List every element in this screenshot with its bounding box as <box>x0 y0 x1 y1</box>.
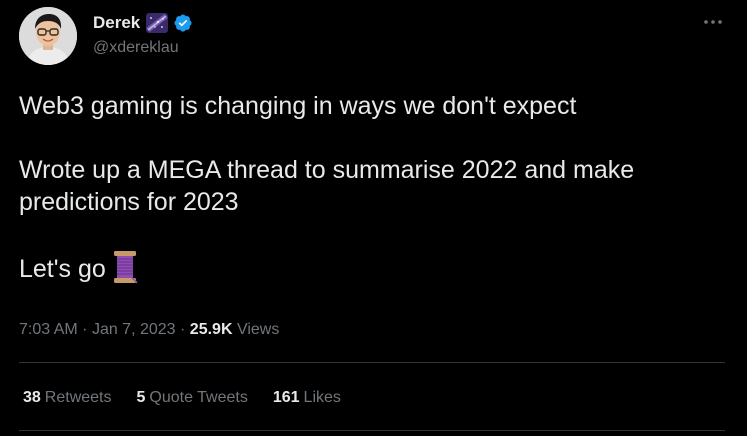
quote-tweets-count: 5 <box>136 389 146 406</box>
divider <box>19 430 725 431</box>
avatar-image <box>19 7 77 65</box>
avatar[interactable] <box>19 7 77 65</box>
likes-count: 161 <box>272 389 300 406</box>
engagement-stats: 38 Retweets 5 Quote Tweets 161 Likes <box>23 388 366 408</box>
author-handle[interactable]: @xdereklau <box>93 38 179 58</box>
tweet-line-3: Let's go <box>19 250 729 285</box>
tweet-time[interactable]: 7:03 AM <box>19 321 78 338</box>
divider <box>19 362 725 363</box>
meta-separator: · <box>180 321 186 338</box>
meta-separator: · <box>82 321 88 338</box>
tweet-line-3-text: Let's go <box>19 255 106 283</box>
tweet-meta: 7:03 AM · Jan 7, 2023 · 25.9K Views <box>19 320 279 340</box>
retweets-stat[interactable]: 38 Retweets <box>23 388 112 408</box>
views-count: 25.9K <box>189 321 233 338</box>
quote-tweets-stat[interactable]: 5 Quote Tweets <box>137 388 248 408</box>
tweet-line-1: Web3 gaming is changing in ways we don't… <box>19 92 577 120</box>
more-horizontal-icon <box>704 20 722 24</box>
tweet-text: Web3 gaming is changing in ways we don't… <box>19 90 729 285</box>
tweet-card: Derek @xdereklau Web3 gaming is changing… <box>0 0 747 436</box>
display-name[interactable]: Derek <box>93 13 140 33</box>
tweet-line-2: Wrote up a MEGA thread to summarise 2022… <box>19 156 635 216</box>
more-options-button[interactable] <box>700 12 726 32</box>
quote-tweets-label: Quote Tweets <box>149 389 248 406</box>
likes-stat[interactable]: 161 Likes <box>273 388 341 408</box>
views-label: Views <box>236 321 280 338</box>
verified-badge-icon <box>173 13 193 33</box>
milky-way-emoji-icon <box>146 13 169 33</box>
likes-label: Likes <box>303 389 341 406</box>
retweets-count: 38 <box>23 389 41 406</box>
retweets-label: Retweets <box>44 389 112 406</box>
author-name-row: Derek <box>93 13 193 33</box>
tweet-date[interactable]: Jan 7, 2023 <box>92 321 176 338</box>
thread-spool-emoji-icon <box>112 250 138 284</box>
